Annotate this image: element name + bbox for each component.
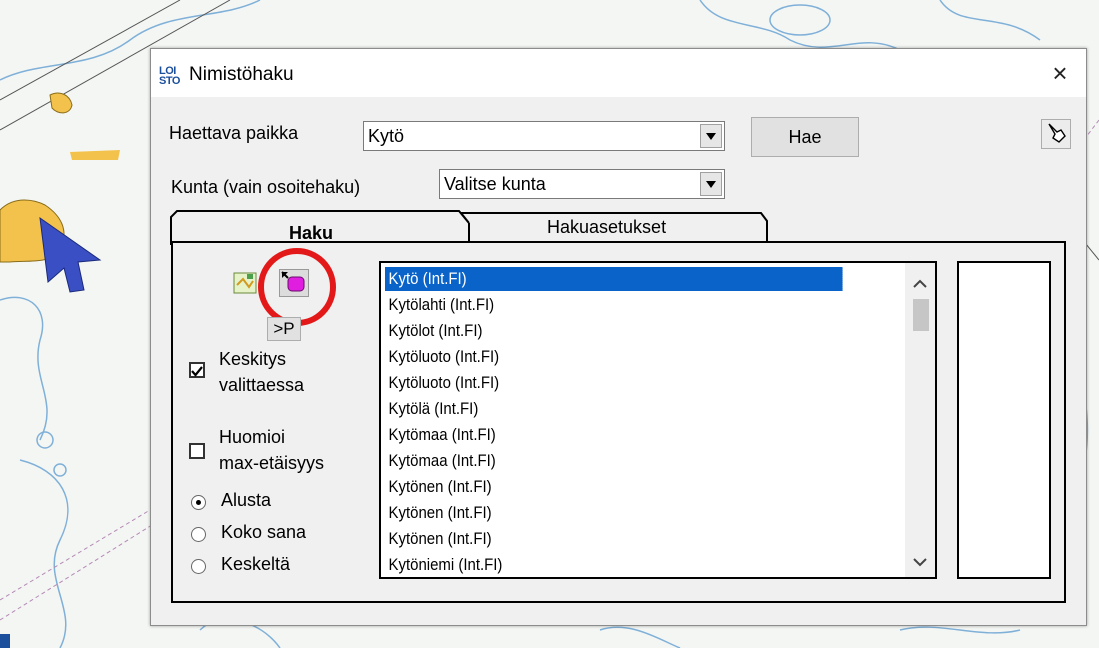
pointer-tool-button[interactable] bbox=[1041, 119, 1071, 149]
municipality-label: Kunta (vain osoitehaku) bbox=[171, 177, 361, 197]
radio-keskelta-label: Keskeltä bbox=[221, 554, 291, 574]
results-listbox[interactable]: Kytö (Int.FI) Kytölahti (Int.FI) Kytölot… bbox=[379, 261, 937, 579]
radio-alusta[interactable] bbox=[191, 495, 206, 510]
close-button[interactable]: × bbox=[1042, 55, 1078, 91]
app-logo-icon: LOI STO bbox=[159, 65, 180, 87]
search-button[interactable]: Hae bbox=[751, 117, 859, 157]
place-name-search-dialog: LOI STO Nimistöhaku × Haettava paikka Kyt… bbox=[150, 48, 1087, 626]
radio-koko-sana-label: Koko sana bbox=[221, 522, 307, 542]
center-on-select-label-1: Keskitys bbox=[219, 349, 287, 369]
radio-keskelta[interactable] bbox=[191, 559, 206, 574]
results-scrollbar[interactable] bbox=[905, 263, 935, 577]
place-label: Haettava paikka bbox=[169, 123, 299, 143]
list-item[interactable]: Kytöluoto (Int.FI) bbox=[385, 371, 503, 395]
list-item[interactable]: Kytölä (Int.FI) bbox=[385, 397, 482, 421]
municipality-combobox[interactable]: Valitse kunta bbox=[439, 169, 725, 199]
dialog-title: Nimistöhaku bbox=[189, 64, 294, 85]
chevron-down-icon[interactable] bbox=[700, 172, 722, 196]
tab-strip bbox=[170, 210, 768, 245]
scroll-thumb[interactable] bbox=[913, 299, 929, 331]
max-distance-label-2: max-etäisyys bbox=[219, 453, 325, 473]
detail-listbox[interactable] bbox=[957, 261, 1051, 579]
hand-pointer-icon bbox=[1048, 123, 1066, 143]
list-item[interactable]: Kytöluoto (Int.FI) bbox=[385, 345, 503, 369]
list-item[interactable]: Kytöniemi (Int.FI) bbox=[385, 553, 506, 577]
list-item[interactable]: Kytönen (Int.FI) bbox=[385, 527, 495, 551]
chevron-up-icon[interactable] bbox=[913, 279, 927, 288]
list-item[interactable]: Kytölahti (Int.FI) bbox=[385, 293, 498, 317]
center-on-select-label-2: valittaessa bbox=[219, 375, 305, 395]
center-on-select-checkbox[interactable] bbox=[189, 362, 205, 378]
place-value: Kytö bbox=[368, 126, 405, 146]
map-icon[interactable] bbox=[233, 271, 257, 295]
list-item[interactable]: Kytömaa (Int.FI) bbox=[385, 449, 499, 473]
list-item[interactable]: Kytö (Int.FI) bbox=[384, 266, 844, 292]
list-item[interactable]: Kytönen (Int.FI) bbox=[385, 501, 495, 525]
max-distance-label-1: Huomioi bbox=[219, 427, 286, 447]
list-item[interactable]: Kytölot (Int.FI) bbox=[385, 319, 486, 343]
title-bar: LOI STO Nimistöhaku × bbox=[151, 49, 1086, 97]
municipality-value: Valitse kunta bbox=[444, 174, 546, 194]
place-combobox[interactable]: Kytö bbox=[363, 121, 725, 151]
list-item[interactable]: Kytönen (Int.FI) bbox=[385, 475, 495, 499]
max-distance-checkbox[interactable] bbox=[189, 443, 205, 459]
radio-koko-sana[interactable] bbox=[191, 527, 206, 542]
radio-alusta-label: Alusta bbox=[221, 490, 272, 510]
chevron-down-icon[interactable] bbox=[913, 558, 927, 567]
chevron-down-icon[interactable] bbox=[700, 124, 722, 148]
next-button[interactable]: >P bbox=[267, 317, 301, 341]
tab-hakuasetukset[interactable]: Hakuasetukset bbox=[547, 217, 666, 238]
list-item[interactable]: Kytömaa (Int.FI) bbox=[385, 423, 499, 447]
checkmark-icon bbox=[191, 366, 203, 377]
